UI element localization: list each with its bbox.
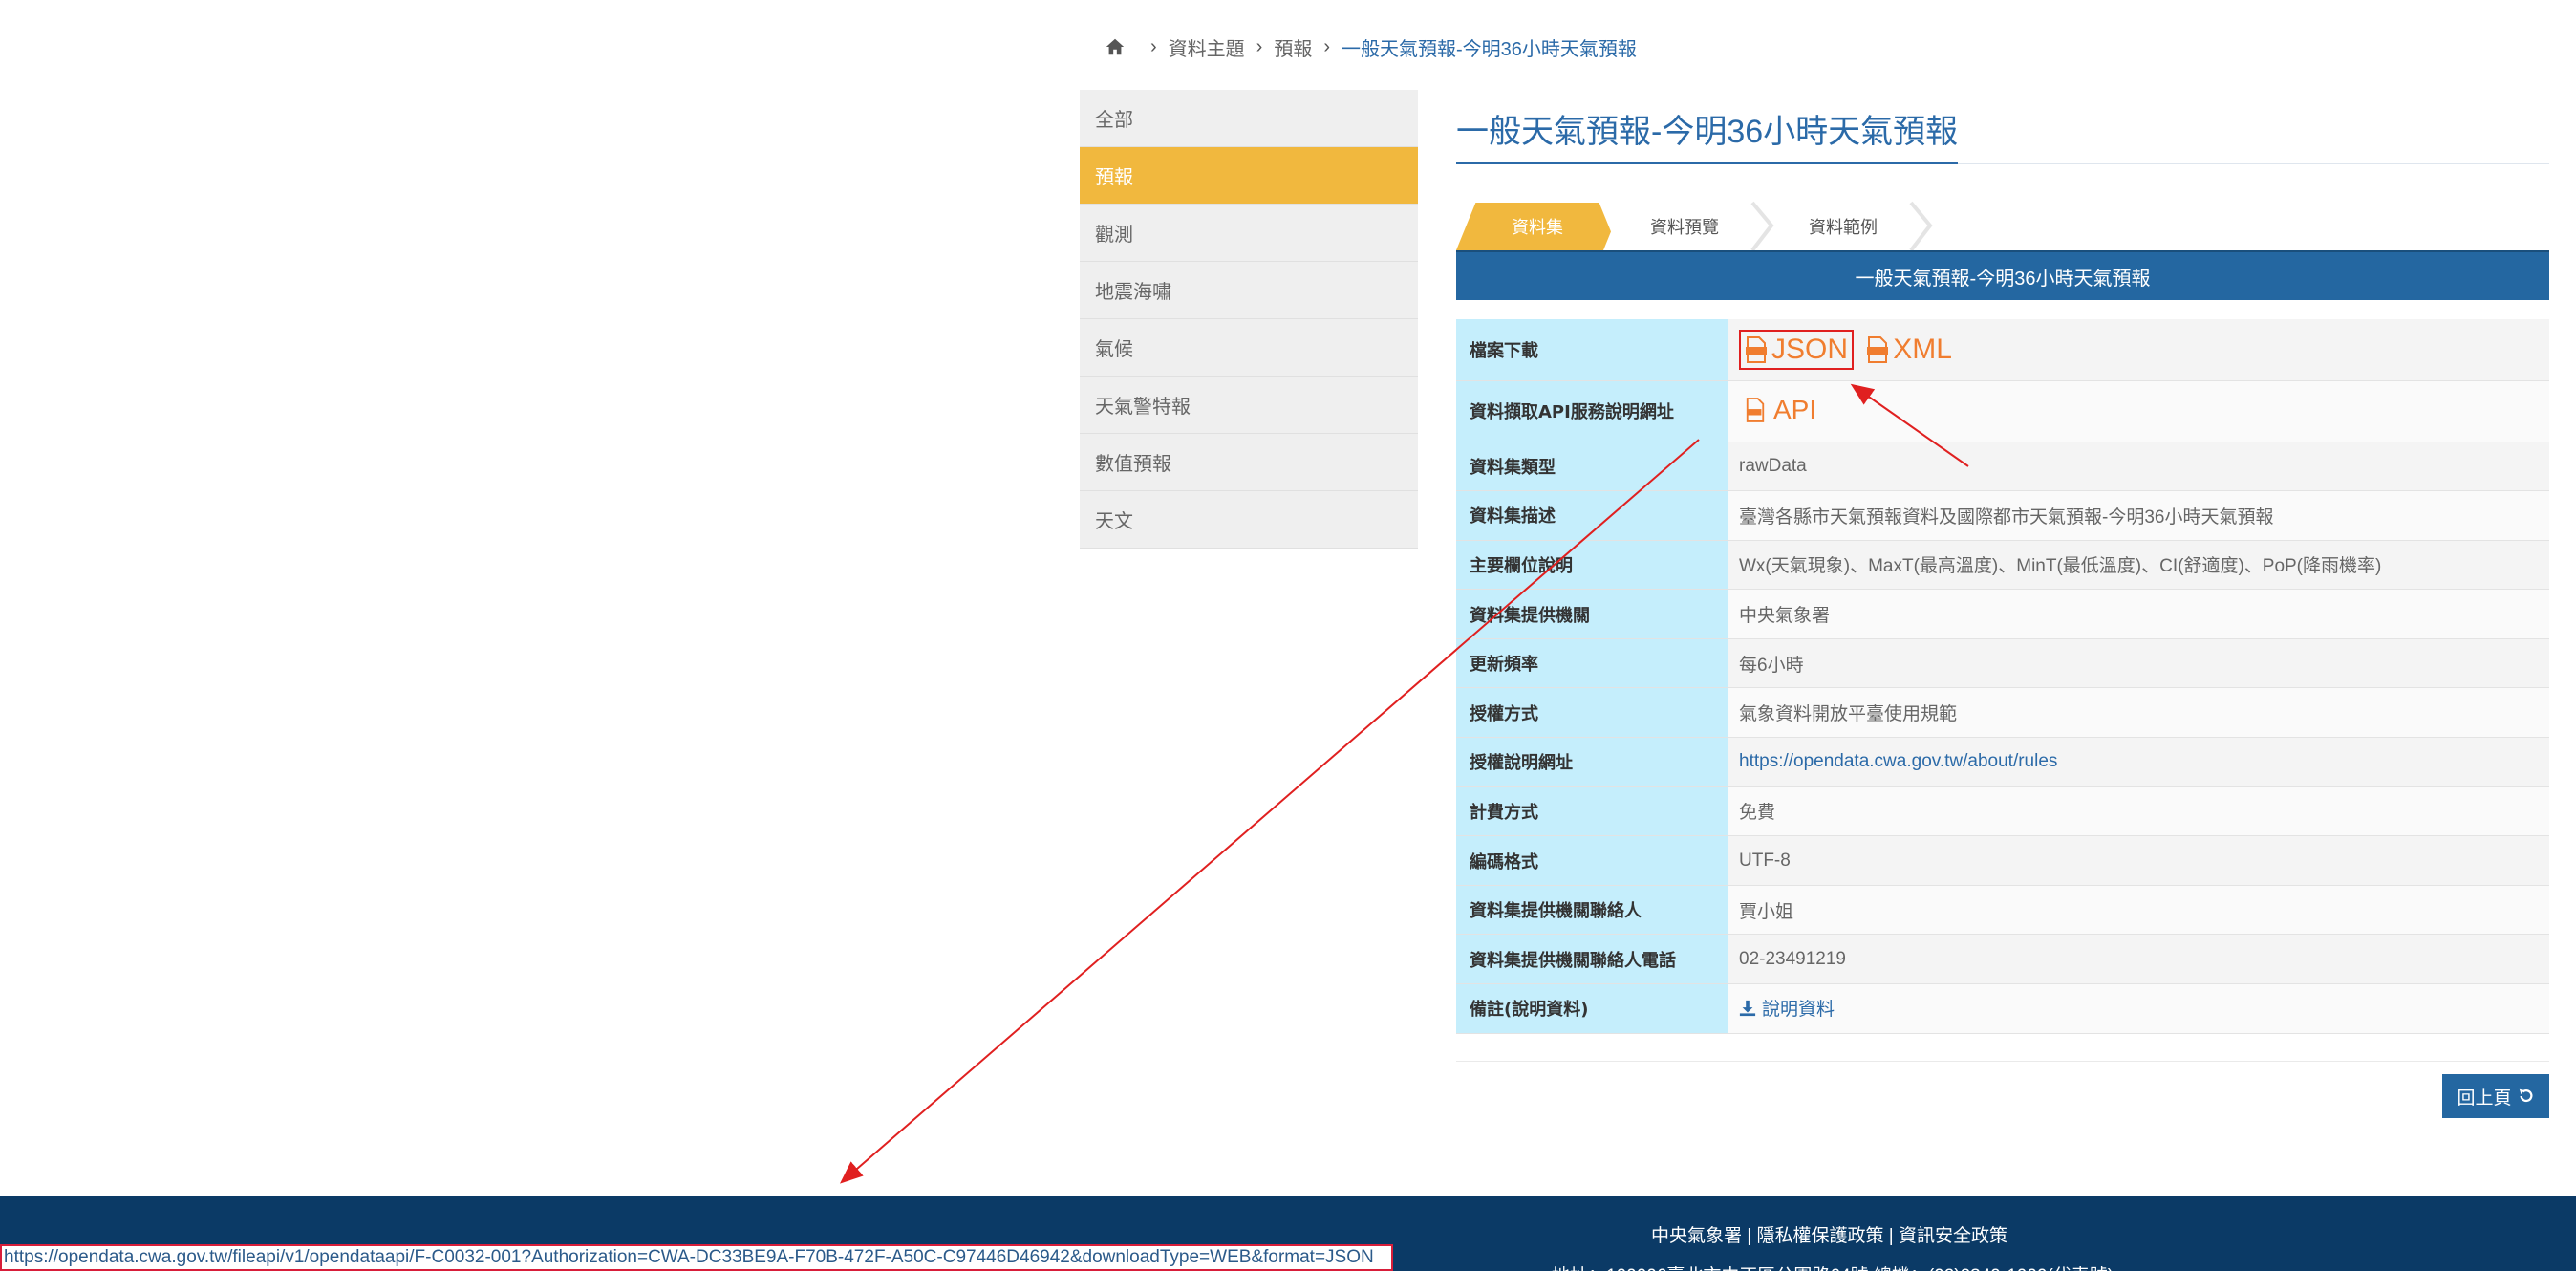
table-row-license: 授權方式 氣象資料開放平臺使用規範 xyxy=(1456,687,2549,739)
xml-link-label: XML xyxy=(1893,333,1952,365)
row-label: 計費方式 xyxy=(1456,786,1728,837)
breadcrumb-separator: › xyxy=(1150,35,1157,57)
breadcrumb-item-topics[interactable]: 資料主題 xyxy=(1169,33,1245,61)
table-row-encoding: 編碼格式 UTF-8 xyxy=(1456,835,2549,886)
page-title: 一般天氣預報-今明36小時天氣預報 xyxy=(1456,90,1959,164)
row-value: 氣象資料開放平臺使用規範 xyxy=(1728,687,2549,739)
json-download-link[interactable]: JSON xyxy=(1739,329,1855,370)
row-label: 資料集描述 xyxy=(1456,490,1728,541)
xml-download-link[interactable]: XML xyxy=(1866,334,1952,366)
table-row-fields: 主要欄位說明 Wx(天氣現象)、MaxT(最高溫度)、MinT(最低溫度)、CI… xyxy=(1456,540,2549,591)
table-row-frequency: 更新頻率 每6小時 xyxy=(1456,638,2549,689)
json-file-icon xyxy=(1746,335,1767,363)
main-content: 一般天氣預報-今明36小時天氣預報 資料集 資料預覽 資料範例 一般天氣預報-今… xyxy=(1456,90,2549,1062)
breadcrumb: › 資料主題 › 預報 › 一般天氣預報-今明36小時天氣預報 xyxy=(1105,32,1637,61)
sidebar-item-numerical-forecast[interactable]: 數值預報 xyxy=(1080,434,1418,491)
dataset-table-header: 一般天氣預報-今明36小時天氣預報 xyxy=(1456,250,2549,300)
row-value: JSON XML xyxy=(1728,319,2549,381)
table-row-download: 檔案下載 JSON XML xyxy=(1456,319,2549,381)
undo-icon xyxy=(2519,1088,2532,1103)
note-link-label: 說明資料 xyxy=(1762,1000,1835,1021)
row-value: Wx(天氣現象)、MaxT(最高溫度)、MinT(最低溫度)、CI(舒適度)、P… xyxy=(1728,540,2549,591)
row-label: 資料擷取API服務說明網址 xyxy=(1456,380,1728,442)
api-file-icon xyxy=(1746,397,1765,422)
footer-address: 地址：100006臺北市中正區公園路64號 總機：(02)2349-1000(代… xyxy=(1552,1261,2114,1271)
row-label: 資料集提供機關聯絡人 xyxy=(1456,885,1728,936)
sidebar-item-earthquake-tsunami[interactable]: 地震海嘯 xyxy=(1080,262,1418,319)
row-label: 授權說明網址 xyxy=(1456,737,1728,787)
row-label: 主要欄位說明 xyxy=(1456,540,1728,591)
sidebar: 全部 預報 觀測 地震海嘯 氣候 天氣警特報 數值預報 天文 xyxy=(1080,90,1418,549)
table-row-description: 資料集描述 臺灣各縣市天氣預報資料及國際都市天氣預報-今明36小時天氣預報 xyxy=(1456,490,2549,541)
row-value: 說明資料 xyxy=(1728,983,2549,1034)
footer-links[interactable]: 中央氣象署 | 隱私權保護政策 | 資訊安全政策 xyxy=(1651,1221,2007,1247)
sidebar-item-forecast[interactable]: 預報 xyxy=(1080,147,1418,205)
row-value: 每6小時 xyxy=(1728,638,2549,689)
row-label: 檔案下載 xyxy=(1456,319,1728,381)
row-label: 更新頻率 xyxy=(1456,638,1728,689)
bottom-divider xyxy=(1456,1060,2549,1062)
sidebar-item-weather-warning[interactable]: 天氣警特報 xyxy=(1080,377,1418,434)
breadcrumb-item-forecast[interactable]: 預報 xyxy=(1274,33,1312,61)
table-row-license-url: 授權說明網址 https://opendata.cwa.gov.tw/about… xyxy=(1456,737,2549,787)
sidebar-item-astronomy[interactable]: 天文 xyxy=(1080,491,1418,549)
row-value: 02-23491219 xyxy=(1728,934,2549,985)
tab-bar: 資料集 資料預覽 資料範例 xyxy=(1456,197,2549,250)
table-row-api: 資料擷取API服務說明網址 API xyxy=(1456,380,2549,442)
license-url-link[interactable]: https://opendata.cwa.gov.tw/about/rules xyxy=(1739,751,2057,771)
row-label: 授權方式 xyxy=(1456,687,1728,739)
row-value: 免費 xyxy=(1728,786,2549,837)
back-button[interactable]: 回上頁 xyxy=(2442,1074,2549,1118)
api-link-label: API xyxy=(1773,394,1817,424)
table-row-contact: 資料集提供機關聯絡人 賈小姐 xyxy=(1456,885,2549,936)
row-label: 編碼格式 xyxy=(1456,835,1728,886)
sidebar-item-observation[interactable]: 觀測 xyxy=(1080,205,1418,262)
sidebar-item-all[interactable]: 全部 xyxy=(1080,90,1418,147)
table-row-phone: 資料集提供機關聯絡人電話 02-23491219 xyxy=(1456,934,2549,985)
api-link[interactable]: API xyxy=(1745,395,1816,425)
row-label: 資料集類型 xyxy=(1456,442,1728,492)
breadcrumb-item-current: 一般天氣預報-今明36小時天氣預報 xyxy=(1342,38,1637,60)
xml-file-icon xyxy=(1867,335,1889,363)
download-icon xyxy=(1739,1000,1756,1016)
row-value: UTF-8 xyxy=(1728,835,2549,886)
row-value: 賈小姐 xyxy=(1728,885,2549,936)
table-row-provider: 資料集提供機關 中央氣象署 xyxy=(1456,589,2549,639)
sidebar-item-climate[interactable]: 氣候 xyxy=(1080,319,1418,377)
row-value: API xyxy=(1728,380,2549,442)
tab-dividers xyxy=(1750,201,1933,250)
row-value: https://opendata.cwa.gov.tw/about/rules xyxy=(1728,737,2549,787)
note-document-link[interactable]: 說明資料 xyxy=(1739,995,1835,1021)
table-row-type: 資料集類型 rawData xyxy=(1456,442,2549,492)
row-label: 備註(說明資料) xyxy=(1456,983,1728,1034)
row-value: rawData xyxy=(1728,442,2549,492)
breadcrumb-separator: › xyxy=(1323,35,1331,57)
table-row-fee: 計費方式 免費 xyxy=(1456,786,2549,837)
json-link-label: JSON xyxy=(1771,333,1849,365)
download-url-box: https://opendata.cwa.gov.tw/fileapi/v1/o… xyxy=(0,1244,1393,1271)
home-icon[interactable] xyxy=(1105,36,1126,57)
dataset-info-table: 檔案下載 JSON XML 資料擷取API服務說明網址 API 資料集類型 ra… xyxy=(1456,319,2549,1034)
row-value: 中央氣象署 xyxy=(1728,589,2549,639)
back-button-label: 回上頁 xyxy=(2457,1088,2512,1109)
row-value: 臺灣各縣市天氣預報資料及國際都市天氣預報-今明36小時天氣預報 xyxy=(1728,490,2549,541)
breadcrumb-separator: › xyxy=(1256,35,1263,57)
row-label: 資料集提供機關聯絡人電話 xyxy=(1456,934,1728,985)
row-label: 資料集提供機關 xyxy=(1456,589,1728,639)
table-row-note: 備註(說明資料) 說明資料 xyxy=(1456,983,2549,1034)
